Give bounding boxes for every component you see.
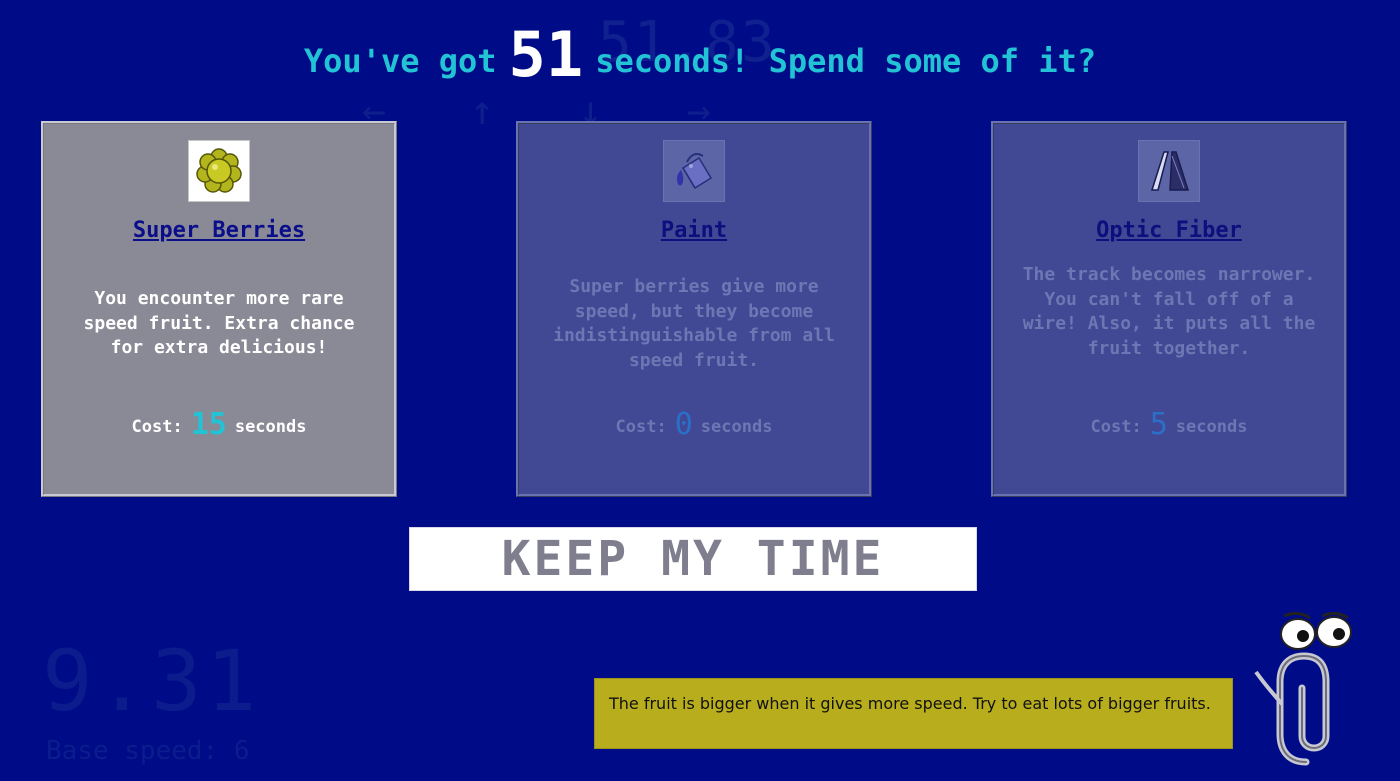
optic-fiber-icon — [1150, 151, 1190, 191]
upgrade-title-link[interactable]: Paint — [519, 218, 869, 243]
cost-label: Cost: — [1090, 417, 1142, 437]
heading-suffix: seconds! Spend some of it? — [595, 42, 1097, 80]
cost-label: Cost: — [615, 417, 667, 437]
upgrade-description: The track becomes narrower. You can't fa… — [1022, 264, 1316, 359]
upgrade-card-optic-fiber[interactable]: Optic Fiber The track becomes narrower. … — [991, 121, 1347, 497]
background-speed-readout: 9.31 — [42, 632, 261, 730]
cost-value: 15 — [190, 407, 227, 442]
paperclip-assistant-icon[interactable] — [1248, 612, 1378, 770]
assistant-tip-balloon: The fruit is bigger when it gives more s… — [594, 678, 1233, 749]
upgrade-cost: Cost: 0 seconds — [519, 407, 869, 442]
upgrade-icon-frame — [663, 140, 725, 202]
upgrade-card-super-berries[interactable]: Super Berries You encounter more rare sp… — [41, 121, 397, 497]
upgrade-cost: Cost: 15 seconds — [44, 407, 394, 442]
upgrade-shop-screen: 51.83 ← ↑ ↓ → 9.31 Base speed: 6 You've … — [0, 0, 1400, 781]
upgrade-description: You encounter more rare speed fruit. Ext… — [83, 288, 355, 358]
cost-unit: seconds — [234, 417, 307, 437]
upgrade-cost: Cost: 5 seconds — [994, 407, 1344, 442]
cost-value: 0 — [674, 407, 693, 442]
keep-my-time-button[interactable]: KEEP MY TIME — [409, 527, 977, 591]
upgrade-card-paint[interactable]: Paint Super berries give more speed, but… — [516, 121, 872, 497]
upgrade-icon-frame — [188, 140, 250, 202]
upgrade-description: Super berries give more speed, but they … — [553, 276, 835, 371]
berry-icon — [196, 148, 242, 193]
paint-bucket-icon — [677, 153, 713, 190]
upgrade-title-link[interactable]: Optic Fiber — [994, 218, 1344, 243]
upgrade-title-link[interactable]: Super Berries — [44, 218, 394, 243]
cost-unit: seconds — [700, 417, 773, 437]
background-base-speed: Base speed: 6 — [46, 736, 250, 766]
cost-value: 5 — [1149, 407, 1168, 442]
cost-label: Cost: — [131, 417, 183, 437]
heading-prefix: You've got — [303, 42, 497, 80]
upgrade-icon-frame — [1138, 140, 1200, 202]
available-seconds: 51 — [508, 18, 584, 91]
shop-heading: You've got 51 seconds! Spend some of it? — [0, 18, 1400, 91]
cost-unit: seconds — [1175, 417, 1248, 437]
